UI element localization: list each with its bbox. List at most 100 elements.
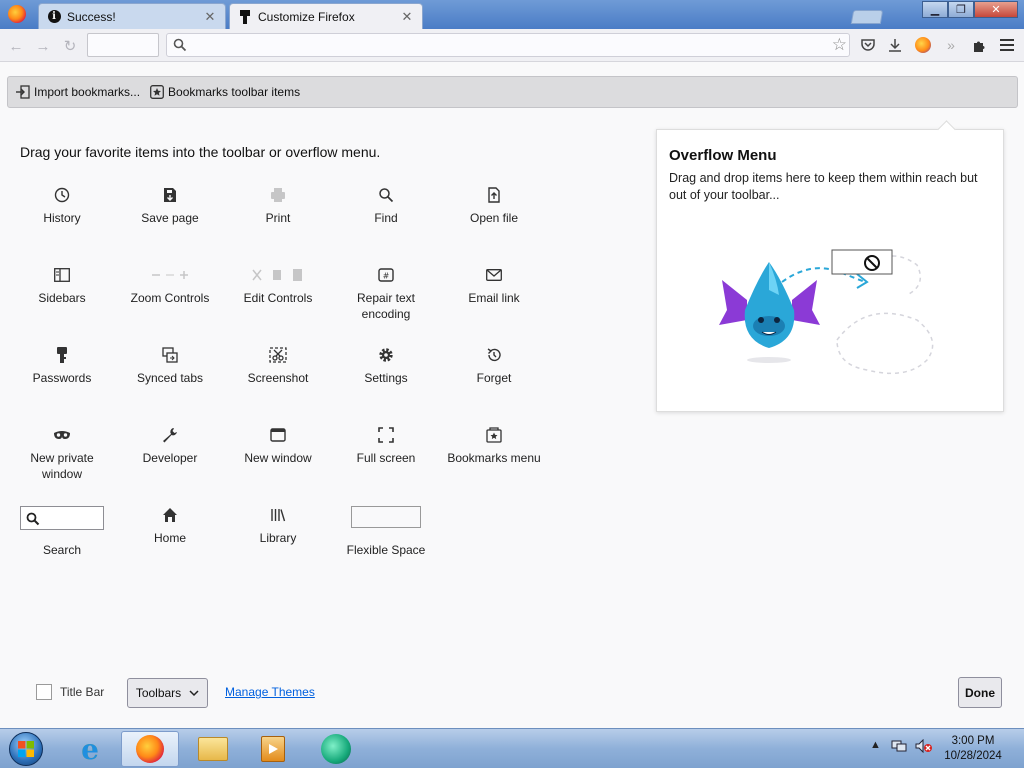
tab-title: Success! (67, 9, 116, 24)
palette-item-label: Screenshot (247, 371, 309, 385)
open-file-icon (444, 186, 544, 204)
system-clock[interactable]: 3:00 PM 10/28/2024 (940, 734, 1006, 764)
palette-item-save-page[interactable]: Save page (120, 186, 220, 226)
tab-close-icon[interactable]: ✕ (203, 9, 217, 25)
minimize-button[interactable]: ▁ (922, 1, 948, 18)
palette-item-label: Edit Controls (243, 291, 313, 305)
volume-muted-icon[interactable] (915, 738, 933, 756)
palette-item-find[interactable]: Find (336, 186, 436, 226)
palette-item-search[interactable]: Search (12, 506, 112, 558)
tray-expand-icon[interactable]: ▲ (870, 739, 881, 751)
bookmarks-toolbar: Import bookmarks... Bookmarks toolbar it… (7, 76, 1018, 108)
palette-item-label: Flexible Space (346, 543, 426, 557)
palette-item-label: Full screen (356, 451, 416, 465)
palette-item-flexible-space[interactable]: Flexible Space (336, 506, 436, 558)
taskbar-app-file-explorer[interactable] (184, 731, 242, 767)
palette-item-bookmarks-menu[interactable]: Bookmarks menu (444, 426, 544, 466)
toolbars-label: Toolbars (135, 686, 182, 700)
import-icon (16, 85, 30, 99)
palette-item-label: Email link (468, 291, 520, 305)
account-avatar-icon[interactable] (913, 35, 933, 55)
palette-item-library[interactable]: Library (228, 506, 328, 546)
reload-icon[interactable]: ↻ (60, 36, 80, 56)
toolbar-placeholder-item[interactable] (87, 33, 159, 57)
palette-item-open-file[interactable]: Open file (444, 186, 544, 226)
palette-item-print[interactable]: Print (228, 186, 328, 226)
tab-customize-firefox[interactable]: Customize Firefox ✕ (229, 3, 423, 29)
overflow-menu-title: Overflow Menu (669, 147, 777, 164)
network-icon[interactable] (891, 739, 907, 756)
new-tab-button[interactable] (850, 10, 884, 24)
history-icon (12, 186, 112, 204)
palette-item-label: Developer (142, 451, 198, 465)
palette-item-label: Settings (364, 371, 408, 385)
palette-item-label: History (43, 211, 81, 225)
palette-item-repair-text-encoding[interactable]: # Repair text encoding (336, 266, 436, 322)
palette-item-new-private-window[interactable]: New private window (12, 426, 112, 482)
start-button[interactable] (6, 731, 46, 767)
palette-item-passwords[interactable]: Passwords (12, 346, 112, 386)
bookmark-star-icon[interactable]: ☆ (832, 35, 847, 55)
palette-item-email-link[interactable]: Email link (444, 266, 544, 306)
screenshot-icon (228, 346, 328, 364)
taskbar-app-green[interactable] (307, 731, 365, 767)
palette-item-full-screen[interactable]: Full screen (336, 426, 436, 466)
taskbar-app-media-player[interactable] (244, 731, 302, 767)
import-bookmarks-button[interactable]: Import bookmarks... (16, 85, 140, 99)
hamburger-menu-icon[interactable] (997, 35, 1017, 55)
info-icon: i (47, 10, 61, 24)
palette-item-new-window[interactable]: New window (228, 426, 328, 466)
bookmark-star-icon (150, 85, 164, 99)
taskbar-app-firefox[interactable] (121, 731, 179, 767)
tab-title: Customize Firefox (258, 9, 355, 24)
back-arrow-icon[interactable]: ← (6, 36, 26, 56)
bookmarks-toolbar-items[interactable]: Bookmarks toolbar items (150, 85, 300, 99)
palette-item-label: Passwords (32, 371, 92, 385)
bookmarks-toolbar-items-label: Bookmarks toolbar items (168, 85, 301, 99)
palette-item-developer[interactable]: Developer (120, 426, 220, 466)
downloads-icon[interactable] (885, 35, 905, 55)
title-bar-toggle[interactable]: Title Bar (36, 684, 104, 700)
restore-button[interactable]: ❐ (948, 1, 974, 18)
new-window-icon (228, 426, 328, 444)
pocket-icon[interactable] (858, 35, 878, 55)
toolbars-dropdown-button[interactable]: Toolbars (127, 678, 208, 708)
extensions-puzzle-icon[interactable] (969, 35, 989, 55)
import-bookmarks-label: Import bookmarks... (34, 85, 141, 99)
overflow-menu-panel[interactable]: Overflow Menu Drag and drop items here t… (656, 129, 1004, 412)
close-window-button[interactable]: ✕ (974, 1, 1018, 18)
manage-themes-link[interactable]: Manage Themes (225, 685, 315, 699)
palette-item-forget[interactable]: Forget (444, 346, 544, 386)
palette-item-edit-controls[interactable]: Edit Controls (228, 266, 328, 306)
app-green-icon (321, 734, 351, 764)
search-icon (173, 38, 187, 52)
svg-text:#: # (383, 272, 390, 281)
overflow-menu-description: Drag and drop items here to keep them wi… (669, 171, 978, 202)
address-bar[interactable]: ☆ (166, 33, 850, 57)
bookmarks-menu-icon (444, 426, 544, 444)
overflow-chevron-icon[interactable]: » (941, 35, 961, 55)
search-icon (26, 512, 40, 526)
palette-item-label: Zoom Controls (130, 291, 210, 305)
palette-item-history[interactable]: History (12, 186, 112, 226)
taskbar-app-internet-explorer[interactable]: e (61, 731, 119, 767)
edit-controls-icon (228, 266, 328, 284)
forward-arrow-icon[interactable]: → (33, 36, 53, 56)
done-button[interactable]: Done (958, 677, 1002, 708)
palette-item-zoom-controls[interactable]: Zoom Controls (120, 266, 220, 306)
save-page-icon (120, 186, 220, 204)
palette-item-home[interactable]: Home (120, 506, 220, 546)
tab-close-icon[interactable]: ✕ (400, 9, 414, 25)
title-bar-checkbox[interactable] (36, 684, 52, 700)
firefox-menu-icon[interactable] (8, 5, 26, 23)
tab-success[interactable]: i Success! ✕ (38, 3, 226, 29)
title-bar-label: Title Bar (60, 685, 105, 699)
media-player-icon (261, 736, 285, 762)
palette-item-label: New private window (30, 451, 94, 481)
palette-item-sidebars[interactable]: Sidebars (12, 266, 112, 306)
search-box-widget (20, 506, 104, 530)
palette-item-settings[interactable]: Settings (336, 346, 436, 386)
zoom-controls-icon (120, 266, 220, 284)
palette-item-screenshot[interactable]: Screenshot (228, 346, 328, 386)
palette-item-synced-tabs[interactable]: Synced tabs (120, 346, 220, 386)
